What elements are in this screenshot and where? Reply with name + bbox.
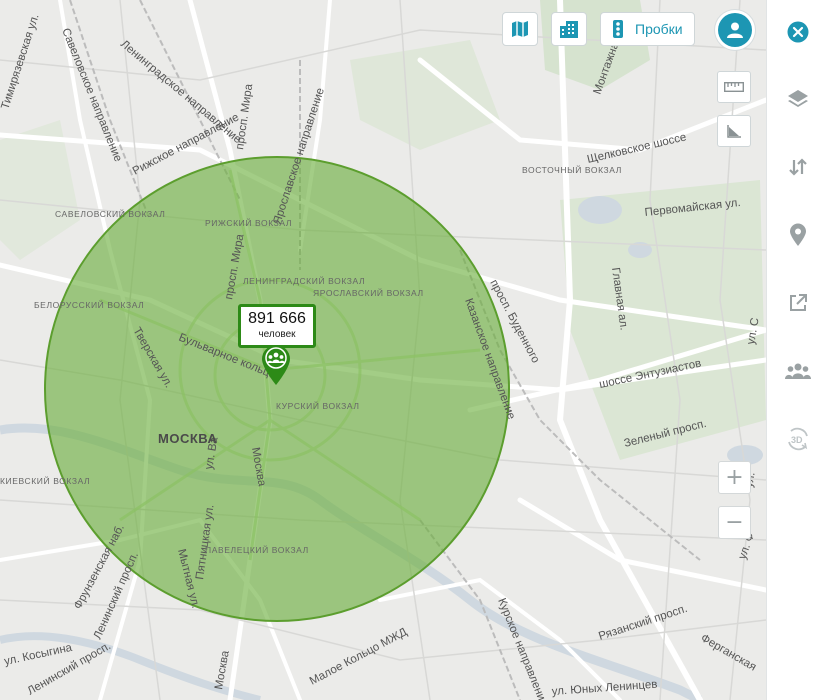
map-canvas[interactable]: Тимирязевская ул. Савеловское направлени… bbox=[0, 0, 766, 700]
buildings-button[interactable] bbox=[551, 12, 587, 46]
station-label: ПАВЕЛЕЦКИЙ ВОКЗАЛ bbox=[205, 544, 309, 555]
rotate-3d-button[interactable]: 3D bbox=[785, 426, 811, 452]
map-icon bbox=[512, 21, 528, 37]
station-label: БЕЛОРУССКИЙ ВОКЗАЛ bbox=[34, 299, 144, 310]
location-pin-icon bbox=[790, 223, 806, 246]
route-icon bbox=[789, 158, 807, 176]
population-value: 891 666 bbox=[248, 310, 306, 327]
open-external-button[interactable] bbox=[785, 290, 811, 316]
station-label: ВОСТОЧНЫЙ ВОКЗАЛ bbox=[522, 164, 622, 175]
user-icon bbox=[727, 22, 743, 38]
map-type-button[interactable] bbox=[502, 12, 538, 46]
plus-icon: + bbox=[725, 465, 744, 490]
traffic-button[interactable]: Пробки bbox=[600, 12, 695, 46]
route-button[interactable] bbox=[785, 154, 811, 180]
ruler-button[interactable] bbox=[717, 71, 751, 103]
ruler-icon bbox=[724, 82, 744, 92]
area-measure-button[interactable] bbox=[717, 115, 751, 147]
city-label: МОСКВА bbox=[158, 431, 218, 446]
station-label: РИЖСКИЙ ВОКЗАЛ bbox=[205, 217, 292, 228]
buildings-icon bbox=[560, 21, 578, 38]
svg-text:3D: 3D bbox=[791, 435, 803, 445]
population-popup: 891 666 человек bbox=[238, 304, 316, 348]
layers-button[interactable] bbox=[785, 86, 811, 112]
zoom-out-button[interactable]: − bbox=[718, 506, 751, 539]
external-link-icon bbox=[790, 294, 807, 311]
location-marker-icon[interactable] bbox=[261, 344, 291, 386]
right-sidebar: 3D bbox=[766, 0, 828, 700]
station-label: КУРСКИЙ ВОКЗАЛ bbox=[276, 400, 360, 411]
station-label: КИЕВСКИЙ ВОКЗАЛ bbox=[0, 475, 90, 486]
population-button[interactable] bbox=[785, 358, 811, 384]
angle-icon bbox=[727, 125, 741, 138]
traffic-label: Пробки bbox=[635, 21, 683, 37]
profile-button[interactable] bbox=[715, 10, 755, 50]
rotate-3d-icon: 3D bbox=[788, 427, 808, 451]
station-label: ЯРОСЛАВСКИЙ ВОКЗАЛ bbox=[313, 287, 424, 298]
traffic-light-icon bbox=[613, 20, 623, 38]
location-button[interactable] bbox=[785, 222, 811, 248]
zoom-in-button[interactable]: + bbox=[718, 461, 751, 494]
close-button[interactable] bbox=[785, 19, 811, 45]
close-icon bbox=[787, 21, 809, 43]
station-label: САВЕЛОВСКИЙ ВОКЗАЛ bbox=[55, 208, 165, 219]
layers-icon bbox=[788, 90, 808, 107]
map-base: Тимирязевская ул. Савеловское направлени… bbox=[0, 0, 766, 700]
minus-icon: − bbox=[725, 510, 744, 535]
population-unit: человек bbox=[258, 329, 296, 340]
station-label: ЛЕНИНГРАДСКИЙ ВОКЗАЛ bbox=[243, 275, 365, 286]
people-icon bbox=[785, 363, 811, 379]
